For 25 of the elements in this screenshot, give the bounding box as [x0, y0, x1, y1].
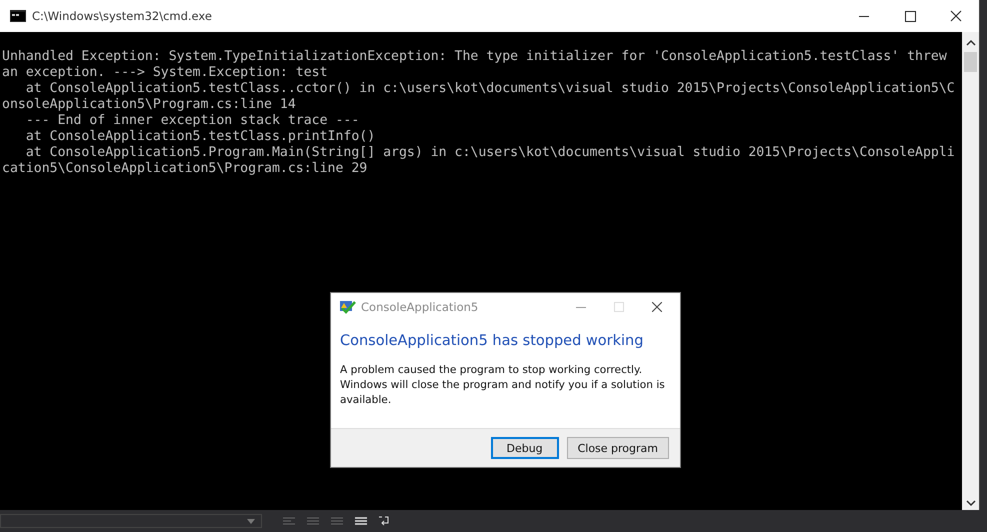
dialog-title: ConsoleApplication5 — [361, 300, 478, 314]
maximize-icon — [614, 302, 624, 312]
console-line: Unhandled Exception: System.TypeInitializationException: The type initializer for 'ConsoleApplication5.testClass' threw — [2, 49, 948, 65]
window-title: C:\Windows\system32\cmd.exe — [32, 9, 212, 23]
console-line: cation5\ConsoleApplication5\Program.cs:line 29 — [2, 161, 368, 177]
console-line: onsoleApplication5\Program.cs:line 14 — [2, 97, 297, 113]
caret-icon — [247, 518, 255, 524]
console-line: --- End of inner exception stack trace --- — [24, 113, 360, 129]
list-icon[interactable] — [306, 515, 320, 527]
scroll-thumb[interactable] — [964, 52, 977, 72]
close-program-button[interactable]: Close program — [566, 437, 669, 459]
console-line: at ConsoleApplication5.Program.Main(String[] args) in c:\users\kot\documents\visual studio 2015\Projects\ConsoleAppli — [24, 145, 956, 161]
console-line: an exception. ---> System.Exception: test — [2, 65, 329, 81]
align-icon[interactable] — [282, 515, 296, 527]
scrollbar[interactable] — [962, 32, 979, 510]
lines-icon[interactable] — [354, 515, 368, 527]
list-icon[interactable] — [330, 515, 344, 527]
dialog-heading: ConsoleApplication5 has stopped working — [339, 332, 644, 349]
close-icon[interactable] — [652, 302, 662, 312]
console-line: at ConsoleApplication5.testClass.printInfo() — [24, 129, 376, 145]
app-icon — [339, 299, 357, 315]
console-icon — [10, 10, 26, 22]
dialog-message: A problem caused the program to stop working correctly. Windows will close the program and notify you if a solution is available. — [339, 363, 666, 408]
console-line: at ConsoleApplication5.testClass..cctor() in c:\users\kot\documents\visual studio 2015\Projects\ConsoleApplication5\C — [24, 81, 956, 97]
debug-button[interactable]: Debug — [490, 437, 559, 459]
